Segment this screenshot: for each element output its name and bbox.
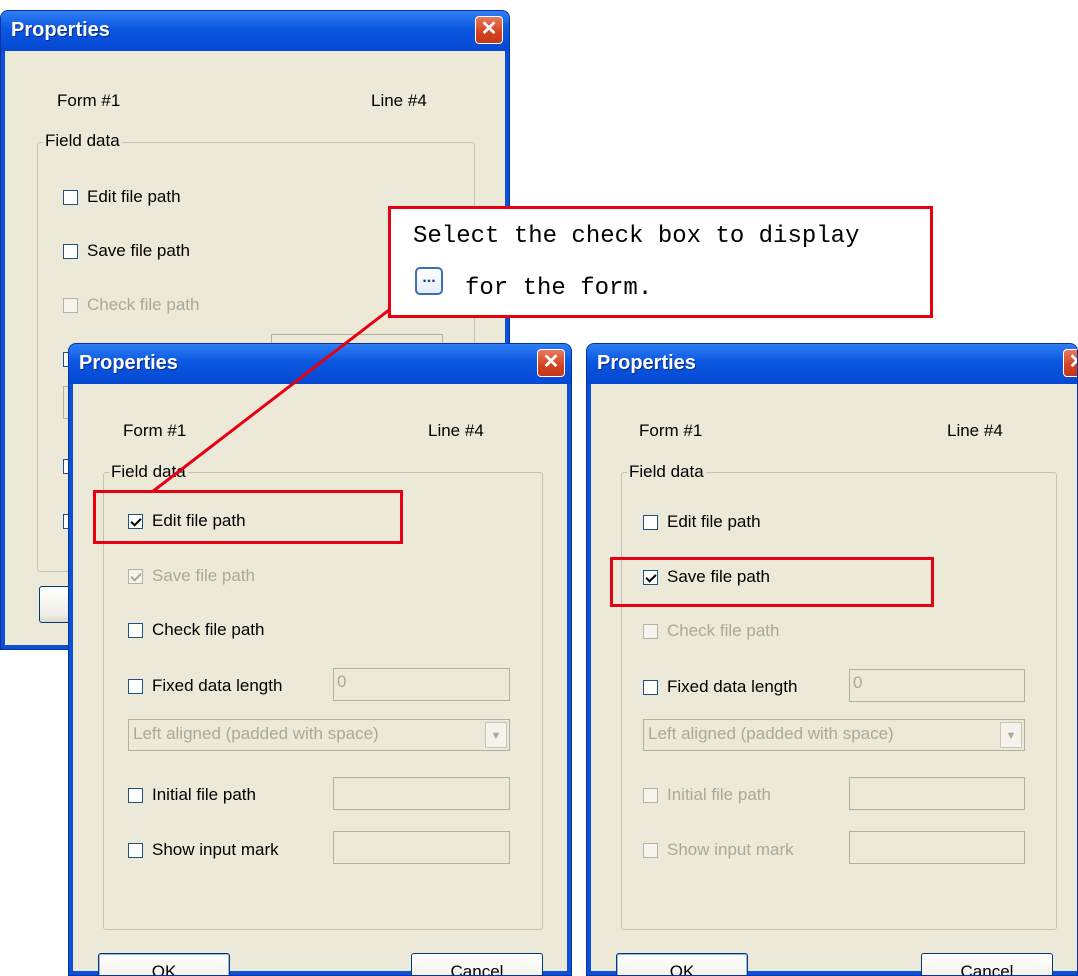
callout-connector (151, 308, 390, 494)
callout-pointer-line (151, 308, 390, 494)
